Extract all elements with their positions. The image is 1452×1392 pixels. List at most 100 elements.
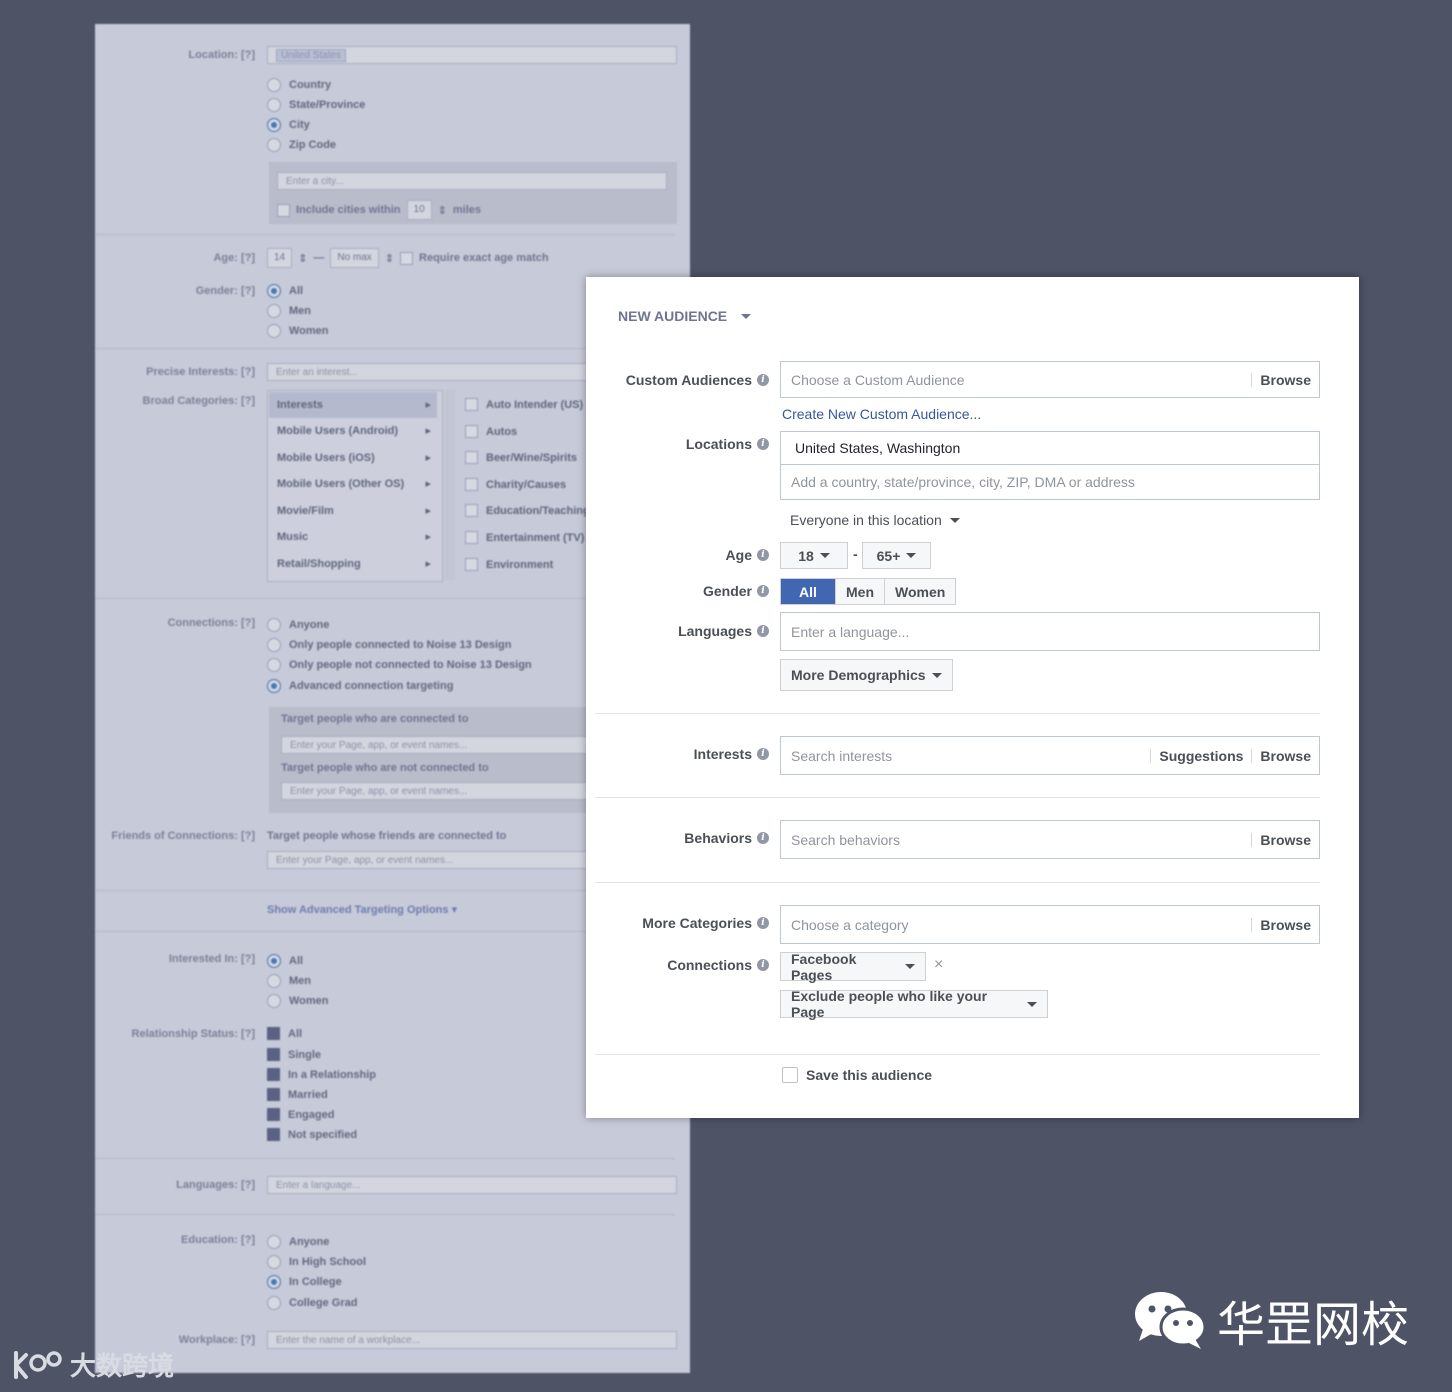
browse-button[interactable]: Browse bbox=[1251, 917, 1319, 932]
old-location-option[interactable]: Zip Code bbox=[267, 138, 336, 152]
old-education-option[interactable]: In High School bbox=[267, 1255, 366, 1269]
old-subcategory[interactable]: Auto Intender (US) bbox=[465, 398, 583, 411]
old-location-token: United States bbox=[276, 49, 347, 62]
info-icon[interactable]: i bbox=[757, 625, 769, 637]
old-subcategory[interactable]: Education/Teaching bbox=[465, 504, 590, 517]
logo-icon bbox=[14, 1350, 62, 1379]
language-input[interactable]: Enter a language... bbox=[780, 612, 1320, 651]
locations-label: Locations i bbox=[686, 436, 769, 452]
location-selected[interactable]: United States, Washington bbox=[780, 431, 1320, 465]
old-category[interactable]: Retail/Shopping bbox=[269, 551, 437, 577]
chevron-down-icon bbox=[905, 964, 915, 969]
custom-audience-input[interactable]: Choose a Custom Audience Browse bbox=[780, 361, 1320, 398]
old-age-selects[interactable]: 14 ⇕ — No max ⇕ Require exact age match bbox=[267, 248, 549, 268]
browse-button[interactable]: Browse bbox=[1251, 748, 1319, 763]
old-relationship-option[interactable]: All bbox=[267, 1027, 302, 1040]
new-audience-panel: NEW AUDIENCE Custom Audiences i Choose a … bbox=[586, 277, 1359, 1118]
custom-audiences-label: Custom Audiences i bbox=[626, 372, 769, 388]
wechat-icon bbox=[1135, 1292, 1207, 1349]
create-custom-audience-link[interactable]: Create New Custom Audience... bbox=[782, 406, 981, 422]
languages-label: Languages i bbox=[678, 623, 769, 639]
old-interested-option[interactable]: Women bbox=[267, 994, 329, 1008]
old-gender-option[interactable]: Women bbox=[267, 324, 329, 338]
section-divider bbox=[595, 1054, 1320, 1055]
old-category[interactable]: Music bbox=[269, 524, 437, 550]
info-icon[interactable]: i bbox=[757, 374, 769, 386]
chevron-down-icon bbox=[819, 553, 830, 558]
location-input[interactable]: Add a country, state/province, city, ZIP… bbox=[780, 464, 1320, 500]
old-location-option[interactable]: State/Province bbox=[267, 98, 365, 112]
old-gender-option[interactable]: Men bbox=[267, 304, 311, 318]
info-icon[interactable]: i bbox=[757, 748, 769, 760]
old-connection-option[interactable]: Only people connected to Noise 13 Design bbox=[267, 638, 512, 652]
old-location-input[interactable]: United States bbox=[267, 46, 677, 64]
old-language-input[interactable]: Enter a language... bbox=[267, 1176, 677, 1194]
exclude-select[interactable]: Exclude people who like your Page bbox=[780, 988, 1048, 1020]
info-icon[interactable]: i bbox=[757, 549, 769, 561]
old-interested-option[interactable]: Men bbox=[267, 974, 311, 988]
info-icon[interactable]: i bbox=[757, 832, 769, 844]
old-education-option[interactable]: In College bbox=[267, 1275, 342, 1289]
old-gender-option[interactable]: All bbox=[267, 284, 303, 298]
old-relationship-option[interactable]: Single bbox=[267, 1048, 321, 1061]
old-relationship-option[interactable]: Not specified bbox=[267, 1128, 357, 1141]
old-scrollbar[interactable] bbox=[445, 390, 455, 580]
old-show-advanced[interactable]: Show Advanced Targeting Options ▾ bbox=[267, 903, 457, 916]
old-location-option[interactable]: City bbox=[267, 118, 310, 132]
gender-all-button[interactable]: All bbox=[781, 579, 836, 604]
old-location-label: Location: [?] bbox=[188, 49, 255, 61]
connection-type-select[interactable]: Facebook Pages bbox=[780, 951, 926, 983]
old-connections-label: Connections: [?] bbox=[167, 617, 255, 629]
old-interested-option[interactable]: All bbox=[267, 954, 303, 968]
gender-women-button[interactable]: Women bbox=[885, 579, 956, 604]
behaviors-input[interactable]: Search behaviors Browse bbox=[780, 820, 1320, 859]
old-education-option[interactable]: College Grad bbox=[267, 1296, 357, 1310]
old-education-option[interactable]: Anyone bbox=[267, 1235, 329, 1249]
old-category[interactable]: Movie/Film bbox=[269, 498, 437, 524]
old-target-not-connected: Target people who are not connected to bbox=[281, 762, 489, 774]
old-subcategory[interactable]: Charity/Causes bbox=[465, 478, 566, 491]
old-workplace-input[interactable]: Enter the name of a workplace... bbox=[267, 1331, 677, 1349]
gender-men-button[interactable]: Men bbox=[836, 579, 885, 604]
old-subcategory[interactable]: Environment bbox=[465, 558, 553, 571]
suggestions-button[interactable]: Suggestions bbox=[1150, 748, 1251, 763]
old-broad-label: Broad Categories: [?] bbox=[142, 395, 255, 407]
chevron-down-icon bbox=[931, 672, 942, 678]
old-category[interactable]: Mobile Users (Other OS) bbox=[269, 471, 437, 497]
old-connection-option[interactable]: Only people not connected to Noise 13 De… bbox=[267, 658, 532, 672]
old-connection-option[interactable]: Advanced connection targeting bbox=[267, 679, 453, 693]
old-location-option[interactable]: Country bbox=[267, 78, 331, 92]
browse-button[interactable]: Browse bbox=[1251, 372, 1319, 387]
old-category[interactable]: Interests bbox=[269, 392, 437, 418]
location-scope-dropdown[interactable]: Everyone in this location bbox=[790, 512, 960, 528]
info-icon[interactable]: i bbox=[757, 959, 769, 971]
old-workplace-label: Workplace: [?] bbox=[178, 1334, 255, 1346]
old-category[interactable]: Mobile Users (Android) bbox=[269, 418, 437, 444]
section-divider bbox=[595, 882, 1320, 883]
new-audience-dropdown[interactable]: NEW AUDIENCE bbox=[618, 308, 752, 324]
more-demographics-button[interactable]: More Demographics bbox=[780, 659, 953, 691]
info-icon[interactable]: i bbox=[757, 917, 769, 929]
info-icon[interactable]: i bbox=[757, 585, 769, 597]
old-relationship-option[interactable]: Engaged bbox=[267, 1108, 334, 1121]
old-subcategory[interactable]: Autos bbox=[465, 425, 517, 438]
category-input[interactable]: Choose a category Browse bbox=[780, 905, 1320, 944]
browse-button[interactable]: Browse bbox=[1251, 832, 1319, 847]
old-interested-label: Interested In: [?] bbox=[168, 953, 255, 965]
info-icon[interactable]: i bbox=[757, 438, 769, 450]
close-icon[interactable]: × bbox=[934, 956, 943, 974]
old-connection-option[interactable]: Anyone bbox=[267, 618, 329, 632]
old-relationship-option[interactable]: Married bbox=[267, 1088, 328, 1101]
old-include-cities[interactable]: Include cities within 10 ⇕ miles bbox=[277, 200, 481, 220]
age-max-select[interactable]: 65+ bbox=[862, 542, 931, 569]
section-divider bbox=[595, 797, 1320, 798]
interests-input[interactable]: Search interests Suggestions Browse bbox=[780, 736, 1320, 775]
old-relationship-option[interactable]: In a Relationship bbox=[267, 1068, 376, 1081]
old-subcategory[interactable]: Entertainment (TV) bbox=[465, 531, 584, 544]
old-city-input[interactable]: Enter a city... bbox=[277, 172, 667, 190]
old-subcategory[interactable]: Beer/Wine/Spirits bbox=[465, 451, 577, 464]
age-separator: - bbox=[853, 546, 858, 562]
save-audience-checkbox[interactable]: Save this audience bbox=[782, 1067, 932, 1083]
age-min-select[interactable]: 18 bbox=[780, 542, 848, 569]
old-category[interactable]: Mobile Users (iOS) bbox=[269, 445, 437, 471]
